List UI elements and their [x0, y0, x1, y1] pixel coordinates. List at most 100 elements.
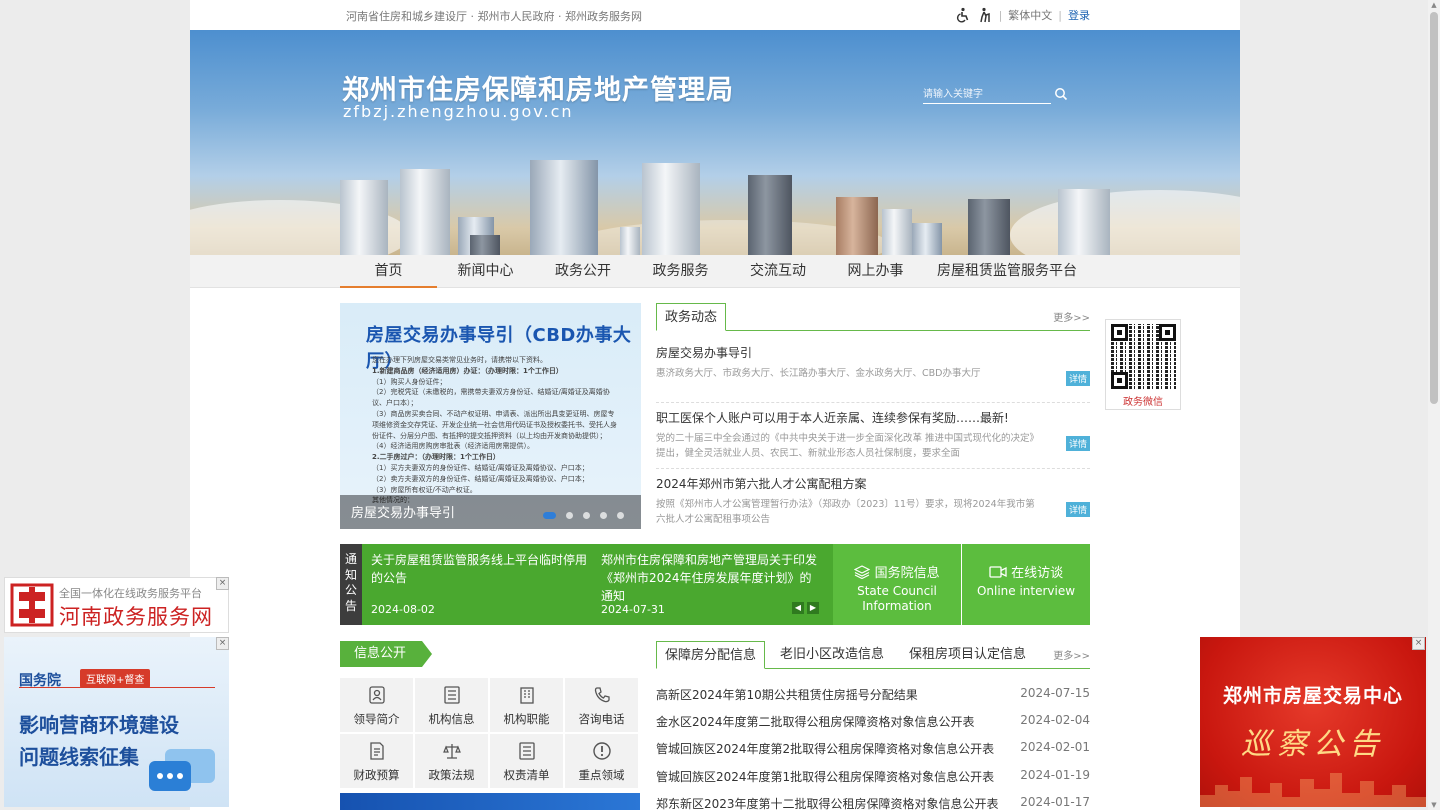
nav-gov-services[interactable]: 政务服务 [632, 255, 729, 288]
henan-gov-service-ad[interactable]: 全国一体化在线政务服务平台 河南政务服务网 [4, 577, 229, 633]
slider-dot[interactable] [583, 512, 590, 519]
poster-text: 您在办理下列房屋交易类常见业务时，请携带以下资料。 1.新建商品房（经济适用房）… [372, 355, 620, 506]
news-title[interactable]: 2024年郑州市第六批人才公寓配租方案 [656, 475, 1090, 492]
detail-badge[interactable]: 详情 [1065, 371, 1090, 386]
nav-interaction[interactable]: 交流互动 [729, 255, 827, 288]
search-input[interactable] [923, 85, 1033, 100]
poster-line: （4）经济适用房购房审批表（经济适用房需提供）。 [372, 442, 534, 451]
tab-housing-allocation[interactable]: 保障房分配信息 [656, 641, 766, 669]
page: 河南省住房和城乡建设厅 · 郑州市人民政府 · 郑州政务服务网 | 繁体中文 |… [190, 0, 1240, 810]
close-icon[interactable]: × [216, 637, 229, 650]
tab-old-community[interactable]: 老旧小区改造信息 [772, 641, 892, 669]
top-bar: 河南省住房和城乡建设厅 · 郑州市人民政府 · 郑州政务服务网 | 繁体中文 |… [190, 0, 1240, 30]
traditional-chinese-link[interactable]: 繁体中文 [1008, 7, 1052, 23]
grid-label: 领导简介 [353, 712, 400, 726]
nav-online-office[interactable]: 网上办事 [827, 255, 924, 288]
grid-hotline[interactable]: 咨询电话 [565, 678, 638, 732]
cloud [1010, 190, 1240, 255]
scrollbar-thumb[interactable] [1430, 12, 1438, 404]
scroll-down-icon[interactable]: ▼ [1430, 801, 1438, 809]
list-item[interactable]: 高新区2024年第10期公共租赁住房摇号分配结果 2024-07-15 [656, 686, 1090, 706]
state-council-supervision-ad[interactable]: 国务院 互联网+督查 影响营商环境建设 问题线索征集 [4, 637, 229, 807]
state-council-cn: 国务院信息 [874, 566, 940, 581]
tab-rental-project[interactable]: 保租房项目认定信息 [901, 641, 1034, 669]
image-slider[interactable]: 房屋交易办事导引（CBD办事大厅） 您在办理下列房屋交易类常见业务时，请携带以下… [340, 303, 641, 529]
news-title[interactable]: 房屋交易办事导引 [656, 344, 1090, 361]
scrollbar[interactable]: ▲ ▼ [1428, 0, 1440, 810]
notice-title[interactable]: 关于房屋租赁监管服务线上平台临时停用的公告 [371, 551, 589, 587]
detail-badge[interactable]: 详情 [1065, 502, 1090, 517]
list-item[interactable]: 管城回族区2024年度第2批取得公租房保障资格对象信息公开表 2024-02-0… [656, 740, 1090, 760]
scroll-up-icon[interactable]: ▲ [1430, 1, 1438, 9]
qr-corner [1159, 324, 1176, 341]
grid-key-areas[interactable]: 重点领域 [565, 734, 638, 788]
list-item-title[interactable]: 高新区2024年第10期公共租赁住房摇号分配结果 [656, 686, 918, 703]
nav-gov-affairs-open[interactable]: 政务公开 [534, 255, 632, 288]
login-link[interactable]: 登录 [1068, 7, 1090, 23]
list-item[interactable]: 郑东新区2023年度第十二批取得公租房保障资格对象信息公开表 2024-01-1… [656, 795, 1090, 810]
list-item[interactable]: 金水区2024年度第二批取得公租房保障资格对象信息公开表 2024-02-04 [656, 713, 1090, 733]
detail-badge[interactable]: 详情 [1065, 436, 1090, 451]
state-council-en: State Council Information [857, 584, 937, 613]
list-item[interactable]: 管城回族区2024年度第1批取得公租房保障资格对象信息公开表 2024-01-1… [656, 768, 1090, 788]
divider [656, 468, 1090, 469]
banner-strip[interactable] [340, 793, 640, 810]
nav-rental-platform[interactable]: 房屋租赁监管服务平台 [924, 255, 1090, 288]
poster-line: （3）商品房买卖合同、不动产权证明、申请表、派出所出具变更证明、房屋专项维修资金… [372, 409, 617, 440]
grid-org-info[interactable]: 机构信息 [415, 678, 488, 732]
list-item-date: 2024-02-04 [1020, 713, 1090, 727]
grid-leader-intro[interactable]: 领导简介 [340, 678, 413, 732]
online-interview-button[interactable]: 在线访谈 Online interview [962, 544, 1090, 625]
news-item[interactable]: 2024年郑州市第六批人才公寓配租方案 按照《郑州市人才公寓管理暂行办法》（郑政… [656, 475, 1090, 527]
news-summary: 党的二十届三中全会通过的《中共中央关于进一步全面深化改革 推进中国式现代化的决定… [656, 433, 1035, 459]
news-item[interactable]: 职工医保个人账户可以用于本人近亲属、连续参保有奖励……最新! 党的二十届三中全会… [656, 409, 1090, 461]
separator: | [1058, 8, 1062, 22]
close-icon[interactable]: × [216, 577, 229, 590]
poster-line: （2）卖方夫妻双方的身份证件、结婚证/离婚证及离婚协议、户口本； [372, 474, 589, 483]
news-item[interactable]: 房屋交易办事导引 惠济政务大厅、市政务大厅、长江路办事大厅、金水政务大厅、CBD… [656, 344, 1090, 386]
list-item-title[interactable]: 管城回族区2024年度第1批取得公租房保障资格对象信息公开表 [656, 768, 994, 785]
tab-gov-dynamics[interactable]: 政务动态 [656, 303, 727, 331]
building [470, 235, 500, 255]
close-icon[interactable]: × [1412, 637, 1425, 650]
grid-label: 财政预算 [353, 768, 400, 782]
online-interview-en: Online interview [976, 584, 1076, 598]
notice-body: 关于房屋租赁监管服务线上平台临时停用的公告 2024-08-02 郑州市住房保障… [362, 544, 833, 625]
housing-more-link[interactable]: 更多>> [1053, 647, 1090, 662]
elderly-mode-icon[interactable] [977, 7, 993, 23]
notice-next-button[interactable]: ▶ [807, 602, 819, 614]
grid-policy[interactable]: 政策法规 [415, 734, 488, 788]
building [836, 197, 878, 255]
slider-dot[interactable] [566, 512, 573, 519]
list-item-title[interactable]: 管城回族区2024年度第2批取得公租房保障资格对象信息公开表 [656, 740, 994, 757]
search-icon[interactable] [1054, 86, 1070, 102]
poster-line: 1.新建商品房（经济适用房）办证：（办理时限：1个工作日） [372, 366, 563, 375]
grid-budget[interactable]: 财政预算 [340, 734, 413, 788]
nav-home[interactable]: 首页 [340, 255, 437, 288]
notice-prev-button[interactable]: ◀ [792, 602, 804, 614]
grid-org-function[interactable]: 机构职能 [490, 678, 563, 732]
slider-caption-text[interactable]: 房屋交易办事导引 [351, 502, 455, 521]
notice-bar: 通 知 公 告 关于房屋租赁监管服务线上平台临时停用的公告 2024-08-02… [340, 544, 1090, 625]
news-more-link[interactable]: 更多>> [1053, 309, 1090, 324]
info-public-title[interactable]: 信息公开 [340, 641, 432, 667]
ad-subtitle: 全国一体化在线政务服务平台 [59, 587, 202, 600]
nav-news-center[interactable]: 新闻中心 [437, 255, 534, 288]
wechat-qr-code[interactable]: 政务微信 [1105, 319, 1181, 410]
slider-dot[interactable] [617, 512, 624, 519]
news-title[interactable]: 职工医保个人账户可以用于本人近亲属、连续参保有奖励……最新! [656, 409, 1090, 426]
list-item-title[interactable]: 郑东新区2023年度第十二批取得公租房保障资格对象信息公开表 [656, 795, 999, 810]
slider-dot[interactable] [543, 512, 556, 519]
notice-title[interactable]: 郑州市住房保障和房地产管理局关于印发《郑州市2024年住房发展年度计划》的通知 [601, 551, 821, 605]
list-item-title[interactable]: 金水区2024年度第二批取得公租房保障资格对象信息公开表 [656, 713, 975, 730]
housing-trade-center-ad[interactable]: 郑州市房屋交易中心 巡察公告 [1200, 637, 1426, 807]
online-interview-label: 在线访谈 [962, 562, 1090, 581]
slider-dot[interactable] [600, 512, 607, 519]
poster-line: （3）房屋所有权证/不动产权证。 [372, 485, 477, 494]
header-banner: 郑州市住房保障和房地产管理局 zfbzj.zhengzhou.gov.cn [190, 30, 1240, 255]
related-sites-links[interactable]: 河南省住房和城乡建设厅 · 郑州市人民政府 · 郑州政务服务网 [346, 8, 642, 24]
state-council-info-button[interactable]: 国务院信息 State Council Information [833, 544, 961, 625]
main-nav: 首页 新闻中心 政务公开 政务服务 交流互动 网上办事 房屋租赁监管服务平台 [190, 255, 1240, 288]
grid-power-list[interactable]: 权责清单 [490, 734, 563, 788]
accessibility-icon[interactable] [955, 7, 971, 23]
